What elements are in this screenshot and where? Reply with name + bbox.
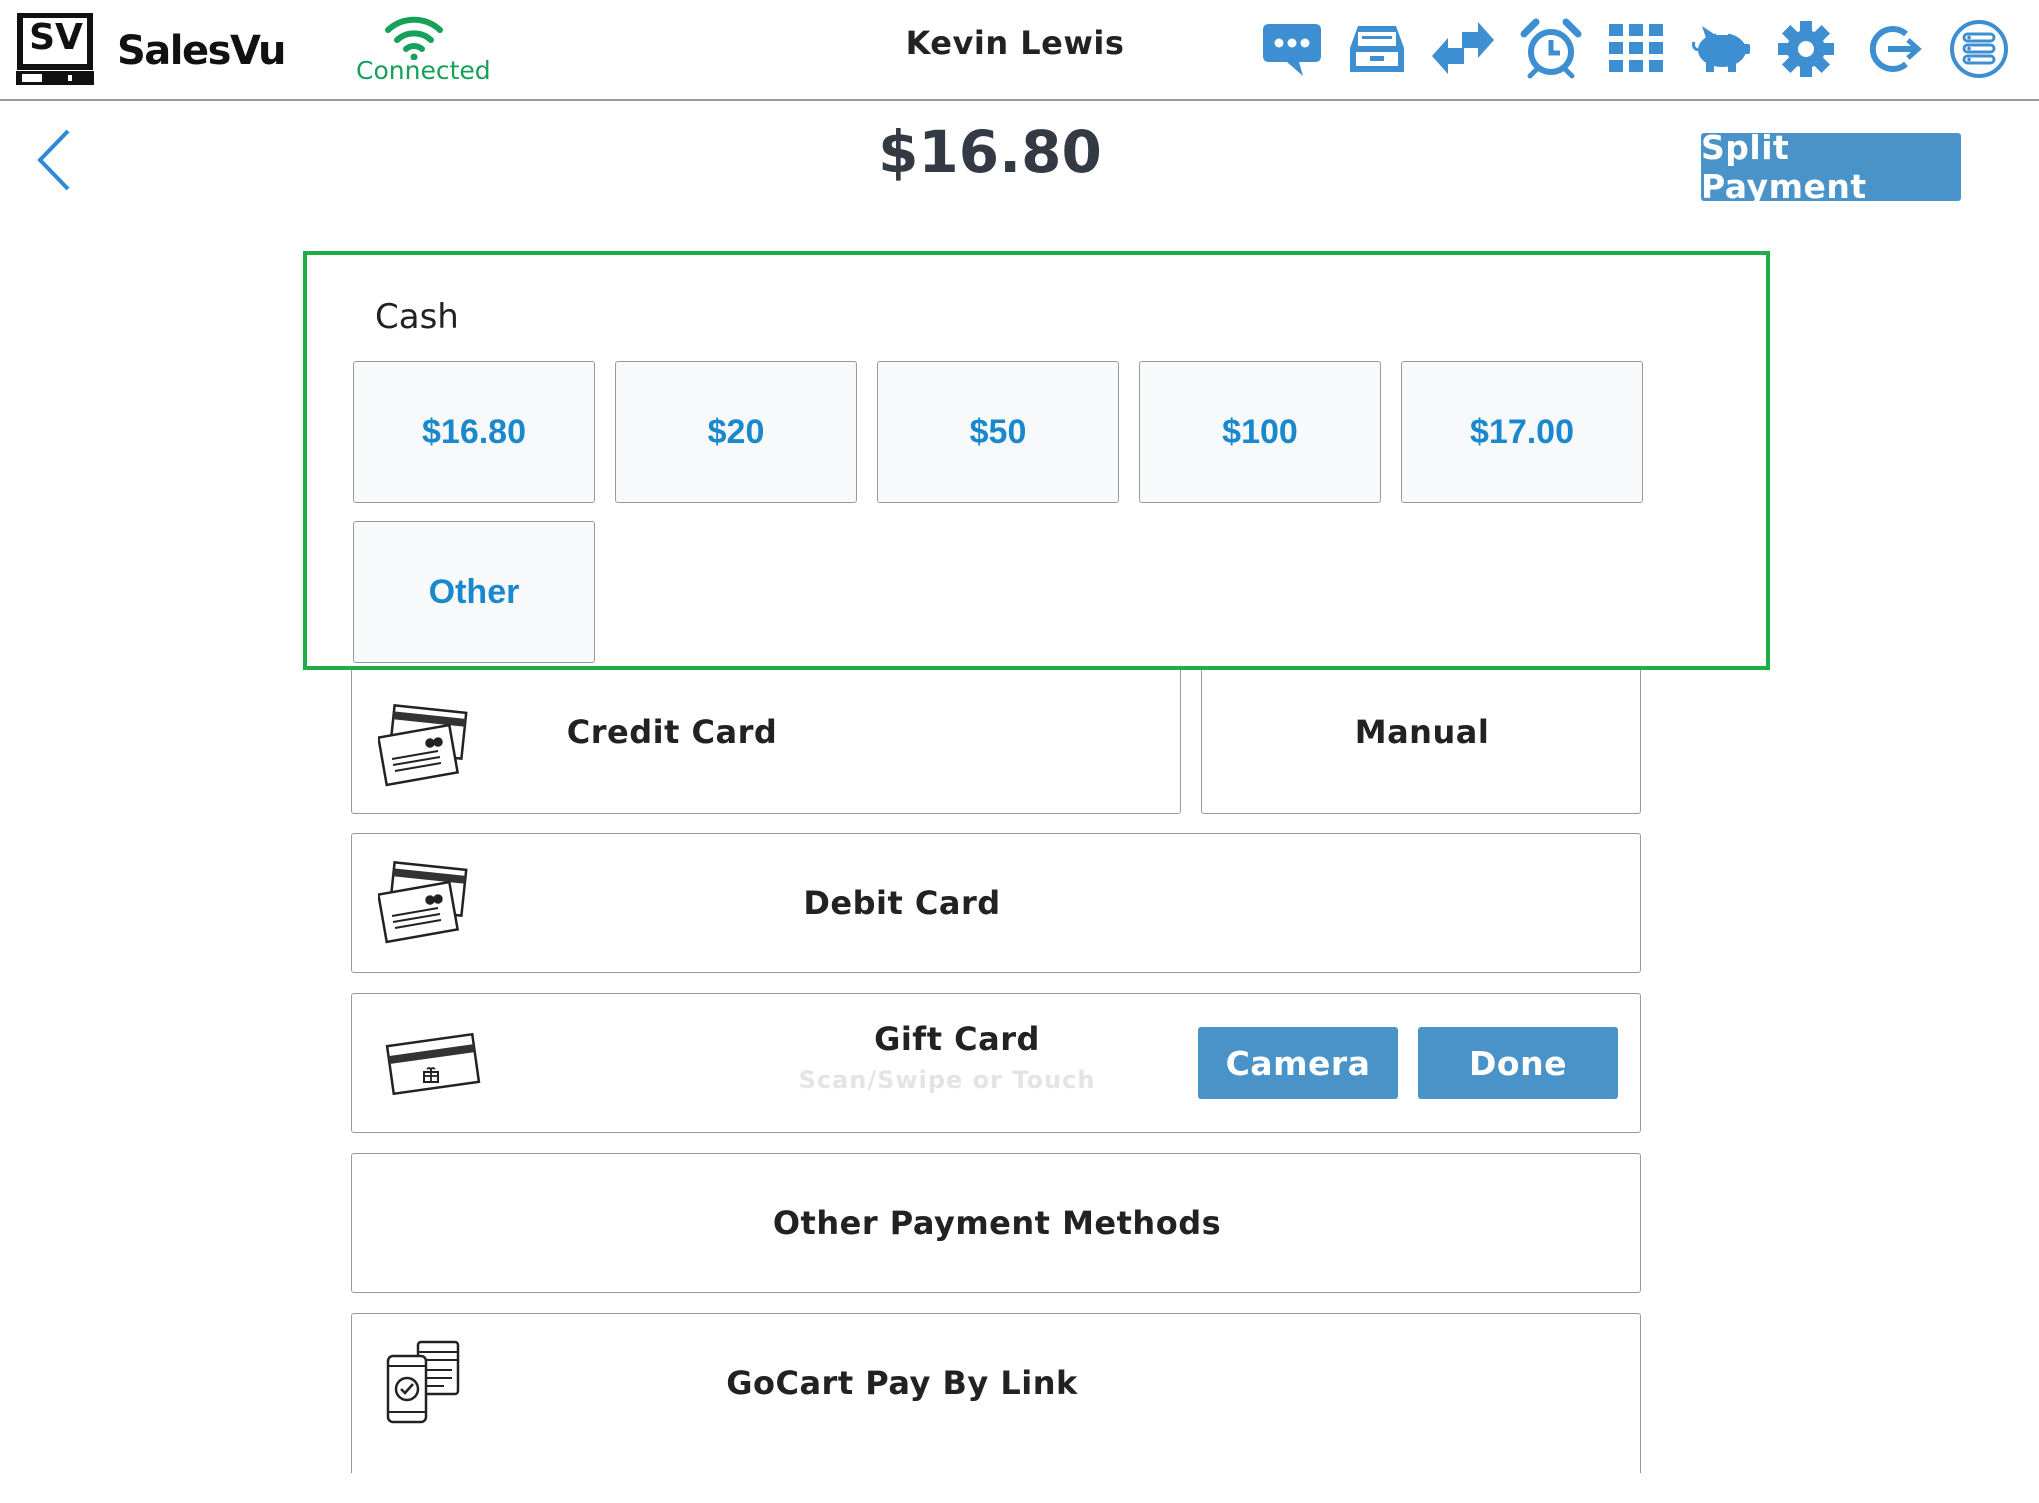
gift-card-icon xyxy=(384,1028,484,1108)
salesvu-logo: SV xyxy=(14,12,96,87)
list-menu-icon[interactable] xyxy=(1946,16,2012,82)
cash-option-100[interactable]: $100 xyxy=(1139,361,1381,503)
cash-drawer-icon[interactable] xyxy=(1344,16,1410,82)
gift-card-row[interactable]: Gift Card Scan/Swipe or Touch Camera Don… xyxy=(351,993,1641,1133)
top-bar: SV SalesVu Connected Kevin Lewis xyxy=(0,0,2039,101)
connection-status: Connected xyxy=(356,56,491,85)
debit-card-button[interactable]: Debit Card xyxy=(351,833,1641,973)
cash-option-50[interactable]: $50 xyxy=(877,361,1119,503)
credit-card-button[interactable]: Credit Card xyxy=(351,660,1181,814)
gocart-pay-by-link-button[interactable]: GoCart Pay By Link xyxy=(351,1313,1641,1473)
cash-panel: Cash $16.80 $20 $50 $100 $17.00 Other xyxy=(303,251,1770,670)
logout-icon[interactable] xyxy=(1860,16,1926,82)
cash-option-rounded[interactable]: $17.00 xyxy=(1401,361,1643,503)
gift-card-label: Gift Card xyxy=(874,1020,1040,1058)
user-name: Kevin Lewis xyxy=(905,24,1125,62)
piggy-bank-icon[interactable] xyxy=(1688,16,1754,82)
cash-option-other[interactable]: Other xyxy=(353,521,595,663)
other-payment-methods-button[interactable]: Other Payment Methods xyxy=(351,1153,1641,1293)
settings-icon[interactable] xyxy=(1773,16,1839,82)
manual-label: Manual xyxy=(1354,713,1490,751)
debit-card-label: Debit Card xyxy=(803,884,1001,922)
total-amount: $16.80 xyxy=(878,118,1102,186)
split-payment-button[interactable]: Split Payment xyxy=(1701,128,1961,206)
brand-name: SalesVu xyxy=(117,28,286,74)
gocart-label: GoCart Pay By Link xyxy=(726,1364,1078,1402)
cash-option-exact[interactable]: $16.80 xyxy=(353,361,595,503)
chat-icon[interactable] xyxy=(1259,16,1325,82)
grid-menu-icon[interactable] xyxy=(1603,16,1669,82)
credit-card-label: Credit Card xyxy=(566,713,778,751)
wifi-icon xyxy=(384,14,444,61)
camera-button[interactable]: Camera xyxy=(1198,1027,1398,1099)
transfer-icon[interactable] xyxy=(1430,16,1496,82)
gift-card-hint: Scan/Swipe or Touch xyxy=(798,1066,1096,1094)
alarm-clock-icon[interactable] xyxy=(1518,16,1584,82)
done-button[interactable]: Done xyxy=(1418,1027,1618,1099)
cash-title: Cash xyxy=(375,297,459,337)
back-chevron-icon[interactable] xyxy=(30,125,80,195)
cash-option-20[interactable]: $20 xyxy=(615,361,857,503)
logo-badge-text: SV xyxy=(29,17,83,58)
other-payment-methods-label: Other Payment Methods xyxy=(772,1204,1222,1242)
manual-button[interactable]: Manual xyxy=(1201,660,1641,814)
